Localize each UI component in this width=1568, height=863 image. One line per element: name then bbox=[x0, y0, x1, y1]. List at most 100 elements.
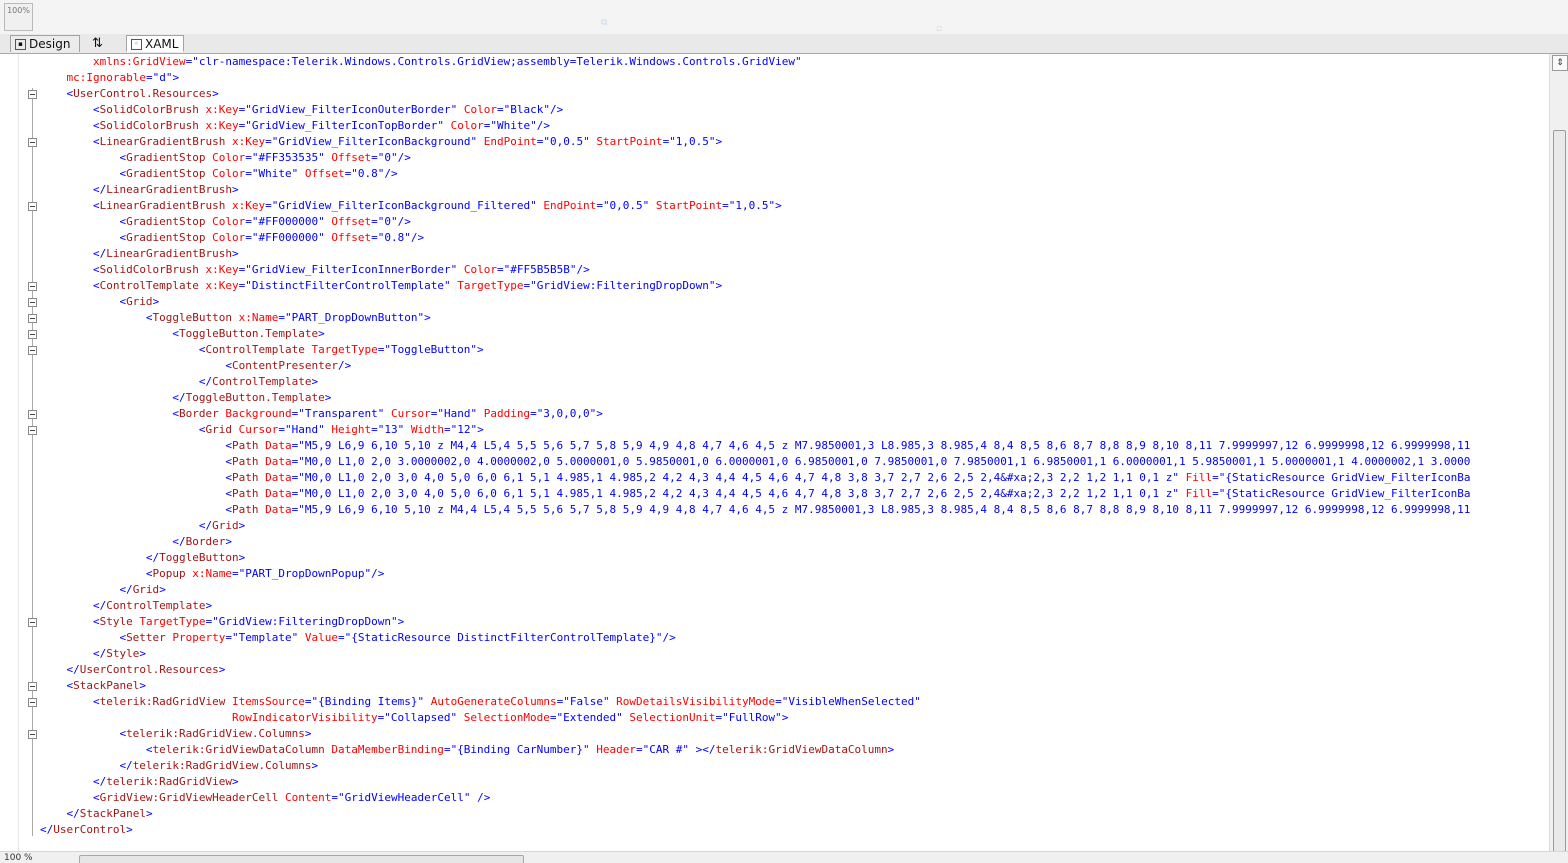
code-line[interactable]: <telerik:RadGridView ItemsSource="{Bindi… bbox=[0, 694, 1549, 710]
code-line[interactable]: <ControlTemplate TargetType="ToggleButto… bbox=[0, 342, 1549, 358]
code-line[interactable]: </StackPanel> bbox=[0, 806, 1549, 822]
code-line[interactable]: <Path Data="M0,0 L1,0 2,0 3.0000002,0 4.… bbox=[0, 454, 1549, 470]
vertical-scroll-thumb[interactable] bbox=[1553, 130, 1566, 852]
code-line[interactable]: <Path Data="M5,9 L6,9 6,10 5,10 z M4,4 L… bbox=[0, 438, 1549, 454]
collapse-toggle-icon[interactable] bbox=[28, 298, 37, 307]
editor-split-icon[interactable]: ⇕ bbox=[1552, 55, 1568, 71]
code-line[interactable]: </ControlTemplate> bbox=[0, 598, 1549, 614]
tab-design[interactable]: ▪ Design bbox=[10, 35, 80, 52]
code-line[interactable]: <ControlTemplate x:Key="DistinctFilterCo… bbox=[0, 278, 1549, 294]
code-token: Offset bbox=[324, 151, 372, 164]
collapse-toggle-icon[interactable] bbox=[28, 282, 37, 291]
code-text: <ControlTemplate x:Key="DistinctFilterCo… bbox=[93, 278, 722, 294]
code-line[interactable]: <Path Data="M5,9 L6,9 6,10 5,10 z M4,4 L… bbox=[0, 502, 1549, 518]
code-token: telerik:RadGridView.Columns bbox=[126, 727, 305, 740]
design-zoom-box[interactable]: 100% bbox=[4, 3, 33, 31]
code-line[interactable]: <ToggleButton.Template> bbox=[0, 326, 1549, 342]
code-line[interactable]: <SolidColorBrush x:Key="GridView_FilterI… bbox=[0, 102, 1549, 118]
code-token: < bbox=[92, 615, 100, 628]
code-line[interactable]: <SolidColorBrush x:Key="GridView_FilterI… bbox=[0, 262, 1549, 278]
code-token: < bbox=[225, 487, 232, 500]
code-token: < bbox=[145, 567, 153, 580]
code-line[interactable]: <ContentPresenter/> bbox=[0, 358, 1549, 374]
code-token: SolidColorBrush bbox=[99, 263, 199, 276]
code-token: Data bbox=[258, 455, 292, 468]
code-line[interactable]: </Style> bbox=[0, 646, 1549, 662]
collapse-toggle-icon[interactable] bbox=[28, 346, 37, 355]
code-token: < bbox=[92, 695, 100, 708]
code-line[interactable]: <Path Data = "M0,0 L1,0 2,0 3,0 4,0 5,0 6,… bbox=[0, 486, 1549, 502]
code-token: /> bbox=[384, 167, 398, 180]
code-token: SelectionUnit bbox=[622, 711, 716, 724]
code-line[interactable]: <Grid Cursor="Hand" Height="13" Width="1… bbox=[0, 422, 1549, 438]
xaml-code-editor[interactable]: xmlns:GridView = "clr-namespace:Telerik.Wi… bbox=[0, 54, 1549, 851]
code-line[interactable]: <telerik:GridViewDataColumn DataMemberBi… bbox=[0, 742, 1549, 758]
code-line[interactable]: xmlns:GridView="clr-namespace:Telerik.Wi… bbox=[0, 54, 1549, 70]
code-token: /> bbox=[536, 119, 550, 132]
code-line[interactable]: <Grid> bbox=[0, 294, 1549, 310]
code-line[interactable]: <GradientStop Color="#FF353535" Offset="… bbox=[0, 150, 1549, 166]
code-line[interactable]: </telerik:RadGridView.Columns> bbox=[0, 758, 1549, 774]
code-line[interactable]: </LinearGradientBrush> bbox=[0, 246, 1549, 262]
collapse-toggle-icon[interactable] bbox=[28, 90, 37, 99]
code-line[interactable]: <GradientStop Color="#FF000000" Offset="… bbox=[0, 230, 1549, 246]
code-token: Content bbox=[278, 791, 332, 804]
collapse-toggle-icon[interactable] bbox=[28, 426, 37, 435]
code-line[interactable]: mc:Ignorable="d"> bbox=[0, 70, 1549, 86]
collapse-toggle-icon[interactable] bbox=[28, 138, 37, 147]
swap-panes-button[interactable]: ⇅ bbox=[86, 35, 116, 52]
code-line[interactable]: <GradientStop Color="#FF000000" Offset="… bbox=[0, 214, 1549, 230]
code-line[interactable]: <telerik:RadGridView.Columns> bbox=[0, 726, 1549, 742]
vertical-scrollbar[interactable]: ⇕ bbox=[1549, 54, 1568, 852]
code-token: "PART_DropDownButton" bbox=[285, 311, 425, 324]
tab-xaml[interactable]: ◦ XAML bbox=[126, 35, 184, 52]
horizontal-scroll-thumb[interactable] bbox=[79, 855, 524, 863]
code-token: </ bbox=[172, 391, 186, 404]
code-token: x:Key bbox=[225, 135, 266, 148]
code-token: /> bbox=[549, 103, 564, 116]
code-text: <GradientStop Color="White" Offset="0.8"… bbox=[119, 166, 397, 182]
code-line[interactable]: <GradientStop Color="White" Offset="0.8"… bbox=[0, 166, 1549, 182]
zoom-level[interactable]: 100 % bbox=[4, 852, 33, 863]
code-line[interactable]: </LinearGradientBrush> bbox=[0, 182, 1549, 198]
code-token: "3,0,0,0" bbox=[536, 407, 597, 420]
collapse-toggle-icon[interactable] bbox=[28, 618, 37, 627]
collapse-toggle-icon[interactable] bbox=[28, 314, 37, 323]
code-line[interactable]: </UserControl> bbox=[0, 822, 1549, 838]
code-line[interactable]: <LinearGradientBrush x:Key="GridView_Fil… bbox=[0, 198, 1549, 214]
code-token: > bbox=[715, 279, 723, 292]
collapse-toggle-icon[interactable] bbox=[28, 330, 37, 339]
code-line[interactable]: RowIndicatorVisibility = "Collapsed" Selec… bbox=[0, 710, 1549, 726]
code-line[interactable]: <GridView:GridViewHeaderCell Content="Gr… bbox=[0, 790, 1549, 806]
design-adorner-marker-icon: ▫ bbox=[936, 24, 943, 34]
code-line[interactable]: <UserControl.Resources> bbox=[0, 86, 1549, 102]
code-token: Grid bbox=[205, 423, 233, 436]
code-line[interactable]: <StackPanel> bbox=[0, 678, 1549, 694]
collapse-toggle-icon[interactable] bbox=[28, 410, 37, 419]
code-token: Padding bbox=[477, 407, 531, 420]
code-line[interactable]: <Setter Property="Template" Value="{Stat… bbox=[0, 630, 1549, 646]
code-line[interactable]: </ToggleButton.Template> bbox=[0, 390, 1549, 406]
code-line[interactable]: </telerik:RadGridView> bbox=[0, 774, 1549, 790]
code-line[interactable]: <Border Background="Transparent" Cursor=… bbox=[0, 406, 1549, 422]
code-line[interactable]: </ControlTemplate> bbox=[0, 374, 1549, 390]
code-line[interactable]: <Popup x:Name="PART_DropDownPopup"/> bbox=[0, 566, 1549, 582]
code-token: "{Binding CarNumber}" bbox=[450, 743, 590, 756]
code-line[interactable]: </Grid> bbox=[0, 582, 1549, 598]
code-line[interactable]: <Style TargetType="GridView:FilteringDro… bbox=[0, 614, 1549, 630]
design-surface-strip[interactable]: 100% ⧉ ▫ bbox=[0, 0, 1568, 35]
code-line[interactable]: </Grid> bbox=[0, 518, 1549, 534]
code-line[interactable]: <ToggleButton x:Name="PART_DropDownButto… bbox=[0, 310, 1549, 326]
code-line[interactable]: </Border> bbox=[0, 534, 1549, 550]
code-token: /> bbox=[397, 151, 411, 164]
code-line[interactable]: <SolidColorBrush x:Key="GridView_FilterI… bbox=[0, 118, 1549, 134]
code-line[interactable]: </UserControl.Resources> bbox=[0, 662, 1549, 678]
collapse-toggle-icon[interactable] bbox=[28, 698, 37, 707]
code-line[interactable]: <LinearGradientBrush x:Key="GridView_Fil… bbox=[0, 134, 1549, 150]
collapse-toggle-icon[interactable] bbox=[28, 682, 37, 691]
collapse-toggle-icon[interactable] bbox=[28, 730, 37, 739]
code-token: GradientStop bbox=[126, 231, 206, 244]
collapse-toggle-icon[interactable] bbox=[28, 202, 37, 211]
code-line[interactable]: </ToggleButton> bbox=[0, 550, 1549, 566]
code-line[interactable]: <Path Data = "M0,0 L1,0 2,0 3,0 4,0 5,0 6,… bbox=[0, 470, 1549, 486]
